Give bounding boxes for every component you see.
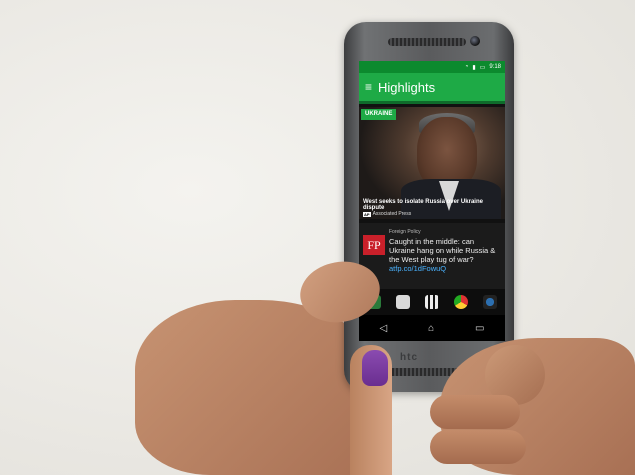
tweet-source: Foreign Policy	[389, 229, 421, 235]
tweet-link[interactable]: atfp.co/1dFowuQ	[389, 264, 446, 273]
painted-nail	[362, 350, 388, 386]
tweet-card[interactable]: FP Foreign Policy Caught in the middle: …	[359, 223, 505, 289]
right-finger-2	[430, 430, 526, 464]
status-bar: ◔ ▮ ▭ 9:18	[359, 61, 505, 73]
signal-icon: ▮	[472, 64, 476, 71]
home-icon[interactable]: ⌂	[428, 323, 434, 334]
apps-icon[interactable]	[424, 295, 439, 309]
tweet-body: Caught in the middle: can Ukraine hang o…	[389, 237, 496, 264]
story-tag: UKRAINE	[361, 109, 397, 120]
story-source-label: Associated Press	[372, 211, 412, 217]
chrome-icon[interactable]	[454, 295, 469, 309]
story-source: AP Associated Press	[363, 211, 411, 217]
ap-logo-icon: AP	[363, 211, 371, 217]
page-title: Highlights	[378, 79, 436, 95]
brand-logo: htc	[400, 352, 418, 363]
menu-icon[interactable]: ≡	[365, 81, 372, 93]
nav-bar: ◁ ⌂ ▭	[359, 315, 505, 341]
right-finger-1	[430, 395, 520, 429]
story-headline[interactable]: West seeks to isolate Russia over Ukrain…	[363, 199, 503, 211]
tweet-text: Caught in the middle: can Ukraine hang o…	[389, 237, 501, 273]
app-bar: ≡ Highlights	[359, 73, 505, 101]
app-bar-shadow	[359, 101, 505, 104]
app-dock	[359, 289, 505, 315]
fp-logo-icon: FP	[363, 235, 385, 255]
battery-icon: ▭	[479, 64, 486, 71]
wifi-icon: ◔	[464, 64, 469, 70]
back-icon[interactable]: ◁	[379, 323, 387, 334]
phone-screen: ◔ ▮ ▭ 9:18 ≡ Highlights UKRAINE West see…	[359, 61, 505, 341]
recents-icon[interactable]: ▭	[475, 323, 484, 334]
photo-scene: ◔ ▮ ▭ 9:18 ≡ Highlights UKRAINE West see…	[0, 0, 635, 475]
front-camera	[470, 36, 480, 46]
status-time: 9:18	[489, 64, 501, 70]
top-speaker-grille	[388, 38, 466, 46]
messages-icon[interactable]	[395, 295, 410, 309]
camera-icon[interactable]	[483, 295, 498, 309]
